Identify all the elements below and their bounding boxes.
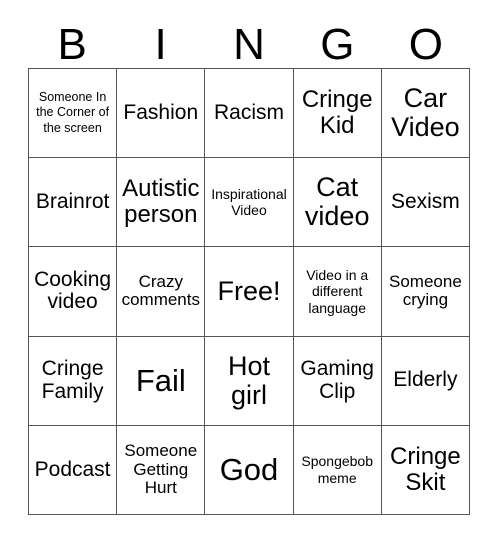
bingo-cell-label: Fashion bbox=[123, 100, 199, 124]
bingo-cell-label: Gaming Clip bbox=[300, 357, 374, 403]
bingo-cell[interactable]: Crazy comments bbox=[117, 247, 206, 337]
bingo-cell-label: Elderly bbox=[393, 368, 458, 392]
bingo-cell[interactable]: Autistic person bbox=[117, 158, 206, 248]
bingo-cell-label: Someone Getting Hurt bbox=[124, 440, 198, 498]
bingo-cell-label: Sexism bbox=[390, 190, 460, 214]
bingo-cell-label: Video in a different language bbox=[306, 266, 369, 316]
bingo-cell[interactable]: Elderly bbox=[381, 336, 470, 426]
bingo-cell[interactable]: Cringe Family bbox=[29, 336, 118, 426]
bingo-cell[interactable]: Spongebob meme bbox=[293, 425, 382, 515]
bingo-cell[interactable]: Cooking video bbox=[29, 247, 118, 337]
bingo-cell-label: Hot girl bbox=[227, 350, 270, 410]
bingo-cell[interactable]: Podcast bbox=[29, 425, 118, 515]
bingo-cell-label: Car Video bbox=[391, 82, 460, 143]
bingo-cell-label: Someone crying bbox=[389, 271, 462, 310]
bingo-cell[interactable]: Cringe Kid bbox=[293, 69, 382, 159]
bingo-cell[interactable]: Racism bbox=[205, 69, 294, 159]
bingo-cell-label: God bbox=[219, 452, 279, 488]
bingo-cell-label: Free! bbox=[217, 275, 281, 306]
bingo-cell[interactable]: Cringe Skit bbox=[381, 425, 470, 515]
bingo-cell-label: Spongebob meme bbox=[301, 453, 374, 486]
bingo-cell[interactable]: Brainrot bbox=[29, 158, 118, 248]
bingo-cell-free-space[interactable]: Free! bbox=[205, 247, 294, 337]
bingo-cell-label: Cringe Family bbox=[41, 357, 104, 403]
bingo-cell[interactable]: Inspirational Video bbox=[205, 158, 294, 248]
bingo-cell-label: Cringe Skit bbox=[390, 442, 461, 496]
bingo-cell-label: Inspirational Video bbox=[211, 185, 287, 219]
bingo-cell-label: Fail bbox=[135, 362, 186, 398]
header-letter-b: B bbox=[57, 20, 87, 69]
bingo-cell[interactable]: Someone Getting Hurt bbox=[117, 425, 206, 515]
bingo-cell-label: Crazy comments bbox=[121, 271, 200, 310]
bingo-cell[interactable]: Video in a different language bbox=[293, 247, 382, 337]
bingo-cell[interactable]: Fail bbox=[117, 336, 206, 426]
bingo-cell[interactable]: Sexism bbox=[381, 158, 470, 248]
bingo-header-row: B I N G O bbox=[28, 16, 470, 68]
bingo-cell[interactable]: God bbox=[205, 425, 294, 515]
bingo-cell-label: Cringe Kid bbox=[301, 86, 373, 140]
header-letter-g: G bbox=[320, 20, 355, 69]
bingo-cell[interactable]: Cat video bbox=[293, 158, 382, 248]
bingo-cell-label: Autistic person bbox=[122, 175, 200, 229]
bingo-cell-label: Podcast bbox=[34, 457, 111, 481]
header-letter-o: O bbox=[408, 20, 443, 69]
bingo-card: B I N G O Someone In the Corner of the s… bbox=[0, 0, 500, 544]
header-letter-i: I bbox=[154, 20, 167, 69]
bingo-cell[interactable]: Gaming Clip bbox=[293, 336, 382, 426]
bingo-cell-label: Brainrot bbox=[35, 190, 110, 214]
bingo-cell[interactable]: Someone In the Corner of the screen bbox=[29, 69, 118, 159]
bingo-cell-label: Cooking video bbox=[34, 268, 112, 314]
bingo-cell[interactable]: Hot girl bbox=[205, 336, 294, 426]
bingo-cell[interactable]: Someone crying bbox=[381, 247, 470, 337]
header-letter-n: N bbox=[233, 20, 265, 69]
bingo-cell[interactable]: Car Video bbox=[381, 69, 470, 159]
bingo-cell-label: Cat video bbox=[304, 172, 370, 232]
bingo-cell[interactable]: Fashion bbox=[117, 69, 206, 159]
bingo-cell-label: Racism bbox=[213, 100, 284, 124]
bingo-cell-label: Someone In the Corner of the screen bbox=[36, 90, 110, 135]
bingo-grid: Someone In the Corner of the screen Fashi… bbox=[28, 68, 470, 515]
